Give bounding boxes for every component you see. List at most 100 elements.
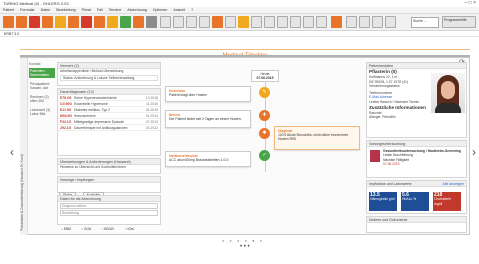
- table-icon[interactable]: [359, 16, 370, 28]
- menu-item-help[interactable]: ?: [191, 8, 193, 12]
- calendar-icon[interactable]: [68, 16, 79, 28]
- diagnosis-icon[interactable]: ✱: [259, 128, 270, 139]
- photo-face: [441, 81, 455, 99]
- timeline-card-medikation[interactable]: Medikamentenplan ACC akut 600mg Brauseta…: [165, 151, 251, 167]
- nav-item-rechnen[interactable]: Rechnen (2) offen 250: [29, 94, 55, 104]
- stamp-icon[interactable]: [160, 16, 171, 28]
- pill-icon[interactable]: ✓: [259, 150, 270, 161]
- timeline-card-befund[interactable]: Befund Der Patient leidet seit 2 Tagen a…: [165, 110, 251, 128]
- menu-item-ansicht[interactable]: Ansicht: [173, 8, 185, 12]
- menu-item-termine[interactable]: Termine: [109, 8, 122, 12]
- image-icon[interactable]: [277, 16, 288, 28]
- more-icon[interactable]: • • •: [240, 244, 250, 250]
- lab-tile-hb[interactable]: 13.5 Hämoglobin g/dl: [369, 192, 397, 211]
- scan-icon[interactable]: [251, 16, 262, 28]
- alert-icon[interactable]: [238, 16, 249, 28]
- nav-item-stammdaten[interactable]: Patienten-Stammdaten: [29, 68, 55, 78]
- previous-arrow-icon[interactable]: ‹: [10, 145, 14, 159]
- ausnahme-title: Daten für die Abrechnung: [58, 196, 160, 202]
- diagnosis-panel: Dauerdiagnosen (12) E78.0G Reine Hypercho…: [57, 88, 161, 156]
- export-icon[interactable]: [303, 16, 314, 28]
- mail-icon[interactable]: [55, 16, 66, 28]
- extra-info-2: Allergie: Penicillin: [369, 115, 396, 120]
- date-tag-value: 07.06.2019: [256, 76, 274, 80]
- menu-item-patient[interactable]: Patient: [3, 8, 14, 12]
- radio-ebm[interactable]: ○ EBM: [61, 227, 71, 231]
- list-icon[interactable]: [225, 16, 236, 28]
- tile-label: HbA1c %: [402, 197, 417, 202]
- patient-photo: [431, 73, 465, 113]
- monitor-icon[interactable]: [264, 16, 275, 28]
- pager-dots[interactable]: ● ● ● ● ● ●: [222, 238, 264, 243]
- menu-bar: Patient Formular Daten Bearbeitung Priva…: [0, 7, 479, 14]
- prescription-icon[interactable]: [94, 16, 105, 28]
- window-titlebar: TURING Medical (0) - OHLERG 0.03 – □ ×: [0, 0, 479, 7]
- maximize-icon[interactable]: □: [469, 0, 472, 6]
- close-icon[interactable]: ×: [473, 0, 476, 6]
- menu-item-daten[interactable]: Daten: [41, 8, 51, 12]
- screening-date: 07.06.2019: [383, 162, 400, 167]
- timeline-header: Medical Timeline: [20, 44, 470, 61]
- menu-item-optionen[interactable]: Optionen: [153, 8, 168, 12]
- pager-dot-active[interactable]: ●: [252, 238, 256, 243]
- next-arrow-icon[interactable]: ›: [472, 145, 476, 159]
- window-icon[interactable]: [372, 16, 383, 28]
- menu-item-privat[interactable]: Privat: [82, 8, 91, 12]
- nav-item-labor[interactable]: Laborwert (3) Labor Bild: [29, 107, 55, 117]
- radio-bguv-label: BG/UV: [104, 227, 115, 231]
- settings-icon[interactable]: [146, 16, 157, 28]
- vorsorge-panel: Vorsorge / Impfungen Status Kontrolle: [57, 176, 161, 199]
- notes-icon[interactable]: [186, 16, 197, 28]
- toolbar-search-input[interactable]: Suche ...: [411, 17, 439, 28]
- stethoscope-icon[interactable]: ✚: [259, 110, 270, 121]
- print-icon[interactable]: [42, 16, 53, 28]
- menu-item-abrechnung[interactable]: Abrechnung: [127, 8, 146, 12]
- menu-item-bearbeitung[interactable]: Bearbeitung: [56, 8, 75, 12]
- layout-icon[interactable]: [385, 16, 396, 28]
- letter-icon[interactable]: [199, 16, 210, 28]
- window-title: TURING Medical (0) - OHLERG 0.03: [3, 1, 69, 6]
- radio-goae-label: GOÄ: [84, 227, 92, 231]
- left-nav: Kontakt Patienten-Stammdaten Privatpatie…: [29, 62, 55, 234]
- lab-tile-hba1c[interactable]: 5.6 HbA1c %: [401, 192, 429, 211]
- radio-bguv[interactable]: ○ BG/UV: [102, 227, 115, 231]
- menu-item-fall[interactable]: Fall: [97, 8, 103, 12]
- anlage-panel: Überweisungen & Anforderungen (Hausarzt)…: [57, 158, 161, 174]
- table-row[interactable]: Z92.1G Dauertherapie mit Antikoagulanzien…: [58, 125, 160, 131]
- vermerk-text-2[interactable]: Status: Anforderung & Labore Selbstverwa…: [60, 74, 158, 82]
- history-icon[interactable]: [331, 16, 342, 28]
- clipboard-icon[interactable]: [173, 16, 184, 28]
- contact-icon[interactable]: [120, 16, 131, 28]
- chart-icon[interactable]: [107, 16, 118, 28]
- tiles-title-text: Impfstatus und Laborwerte: [369, 182, 412, 186]
- archive-icon[interactable]: [290, 16, 301, 28]
- diagnose-select[interactable]: Diagnose wählen: [60, 203, 158, 209]
- card-text: Der Patient leidet seit 2 Tagen an einem…: [169, 117, 242, 122]
- window-controls[interactable]: – □ ×: [464, 0, 476, 7]
- tiles-link[interactable]: Alle anzeigen: [442, 181, 464, 187]
- help-button[interactable]: Programmhilfe: [442, 16, 476, 28]
- documents-icon[interactable]: [133, 16, 144, 28]
- clipboard-icon[interactable]: ✎: [259, 87, 270, 98]
- statistics-icon[interactable]: [346, 16, 357, 28]
- radio-igel[interactable]: ○ IGeL: [125, 227, 135, 231]
- open-file-icon[interactable]: [16, 16, 27, 28]
- timeline-card-diagnose[interactable]: Diagnose J20.9 Akute Bronchitis, nicht n…: [274, 126, 360, 150]
- nav-item-privat[interactable]: Privatpatient: Kassen, Adr: [29, 81, 55, 91]
- bearbeitung-field[interactable]: Bearbeitung: [60, 210, 158, 216]
- lab-tile-chol[interactable]: 218 Cholesterin mg/dl: [433, 192, 461, 211]
- radio-goae[interactable]: ○ GOÄ: [81, 227, 91, 231]
- diagnosis-code: Z92.1G: [60, 126, 72, 130]
- timeline-card-anamnese[interactable]: Anamnese Patient klagt über Husten: [165, 86, 251, 102]
- labor-icon[interactable]: [81, 16, 92, 28]
- import-icon[interactable]: [316, 16, 327, 28]
- left-nav-heading: Kontakt: [29, 62, 41, 66]
- save-icon[interactable]: [29, 16, 40, 28]
- tiles-title: Impfstatus und Laborwerte Alle anzeigen: [367, 181, 466, 187]
- new-patient-icon[interactable]: [3, 16, 14, 28]
- minimize-icon[interactable]: –: [464, 0, 467, 6]
- invoice-icon[interactable]: [212, 16, 223, 28]
- toolbar: Suche ... Programmhilfe: [0, 14, 479, 31]
- vorsorge-title: Vorsorge / Impfungen: [58, 177, 160, 183]
- menu-item-formular[interactable]: Formular: [20, 8, 34, 12]
